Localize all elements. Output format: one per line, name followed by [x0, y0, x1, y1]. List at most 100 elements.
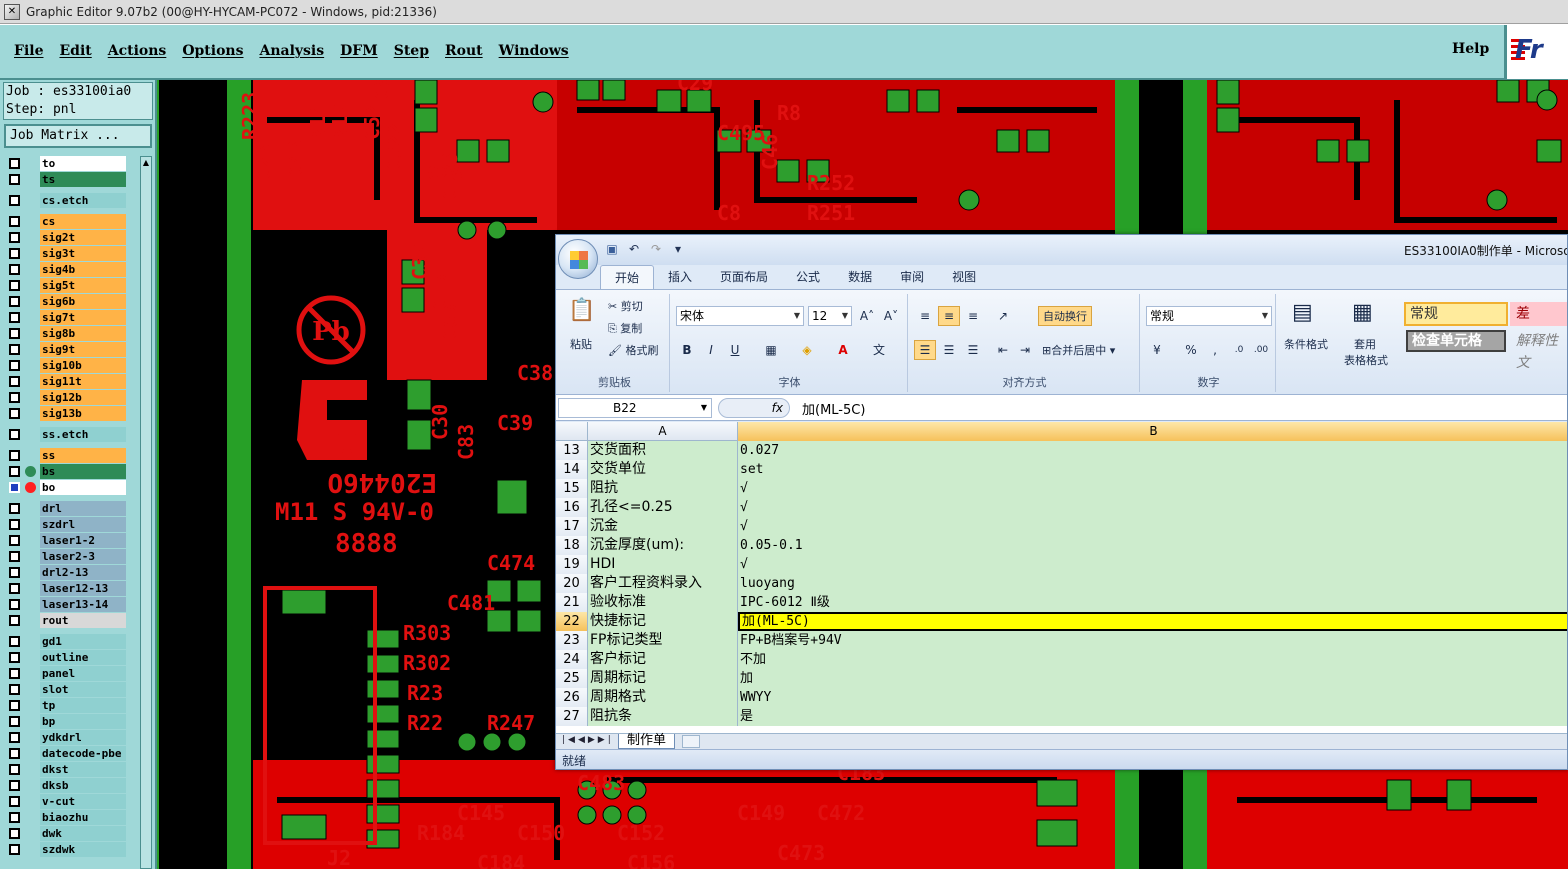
layer-row[interactable]: outline	[4, 650, 128, 665]
worksheet-grid[interactable]: A B 13 交货面积 0.027 14 交货单位 set 15 阻抗 √ 16 孔径<=0.25 √…	[556, 422, 1567, 733]
cell-b[interactable]: 是	[738, 707, 1567, 726]
layer-name[interactable]: laser2-3	[40, 549, 126, 564]
layer-checkbox[interactable]	[9, 232, 20, 243]
layer-name[interactable]: laser1-2	[40, 533, 126, 548]
layer-name[interactable]: dkst	[40, 762, 126, 777]
sheet-nav-icon[interactable]: |◀◀▶▶|	[562, 735, 614, 745]
cell-b[interactable]: 不加	[738, 650, 1567, 669]
cell-a[interactable]: 交货面积	[588, 441, 738, 460]
cell-a[interactable]: 客户工程资料录入	[588, 574, 738, 593]
fill-color-icon[interactable]: ◈	[796, 340, 818, 360]
comma-icon[interactable]: ,	[1204, 340, 1226, 360]
layer-checkbox[interactable]	[9, 429, 20, 440]
cell-a[interactable]: 阻抗条	[588, 707, 738, 726]
menu-options[interactable]: Options	[174, 43, 251, 59]
layer-name[interactable]: outline	[40, 650, 126, 665]
tab-review[interactable]: 审阅	[886, 265, 938, 289]
number-format-select[interactable]: 常规 ▼	[1146, 306, 1272, 326]
cell-b[interactable]: 0.027	[738, 441, 1567, 460]
layer-row[interactable]: cs	[4, 214, 128, 229]
layer-name[interactable]: tp	[40, 698, 126, 713]
layer-row[interactable]: dksb	[4, 778, 128, 793]
layer-name[interactable]: dksb	[40, 778, 126, 793]
layer-name[interactable]: drl	[40, 501, 126, 516]
layer-row[interactable]: dwk	[4, 826, 128, 841]
undo-icon[interactable]: ↶	[626, 241, 642, 257]
cut-button[interactable]: ✂ 剪切	[608, 298, 643, 314]
copy-button[interactable]: ⎘ 复制	[608, 320, 642, 336]
layer-checkbox[interactable]	[9, 466, 20, 477]
column-a-header[interactable]: A	[588, 422, 738, 441]
layer-checkbox[interactable]	[9, 248, 20, 259]
layer-row[interactable]: sig11t	[4, 374, 128, 389]
layer-name[interactable]: panel	[40, 666, 126, 681]
row-number[interactable]: 21	[556, 593, 588, 612]
font-color-icon[interactable]: A	[832, 340, 854, 360]
layer-name[interactable]: sig8b	[40, 326, 126, 341]
percent-icon[interactable]: %	[1180, 340, 1202, 360]
cell-b[interactable]: luoyang	[738, 574, 1567, 593]
layer-row[interactable]: laser12-13	[4, 581, 128, 596]
align-right-icon[interactable]: ☰	[962, 340, 984, 360]
layer-checkbox[interactable]	[9, 376, 20, 387]
layer-checkbox[interactable]	[9, 716, 20, 727]
orientation-icon[interactable]: ↗	[992, 306, 1014, 326]
layer-row[interactable]: bo	[4, 480, 128, 495]
layer-checkbox[interactable]	[9, 535, 20, 546]
formula-input[interactable]: 加(ML-5C)	[802, 399, 865, 418]
layer-checkbox[interactable]	[9, 519, 20, 530]
layer-row[interactable]: sig8b	[4, 326, 128, 341]
style-check-cell[interactable]: 检查单元格	[1406, 330, 1506, 352]
menu-actions[interactable]: Actions	[100, 43, 175, 59]
row-number[interactable]: 23	[556, 631, 588, 650]
cell-a[interactable]: 验收标准	[588, 593, 738, 612]
cell-a[interactable]: 周期标记	[588, 669, 738, 688]
layer-name[interactable]: ts	[40, 172, 126, 187]
layer-row[interactable]: gd1	[4, 634, 128, 649]
border-icon[interactable]: ▦	[760, 340, 782, 360]
cell-b-selected[interactable]: 加(ML-5C)	[738, 612, 1567, 631]
style-normal[interactable]: 常规	[1404, 302, 1508, 326]
layer-row[interactable]: sig9t	[4, 342, 128, 357]
increase-indent-icon[interactable]: ⇥	[1014, 340, 1036, 360]
menu-step[interactable]: Step	[386, 43, 437, 59]
office-button[interactable]	[558, 239, 598, 279]
format-table-button[interactable]: 套用	[1354, 336, 1376, 352]
tab-formulas[interactable]: 公式	[782, 265, 834, 289]
row-number[interactable]: 16	[556, 498, 588, 517]
cell-b[interactable]: √	[738, 479, 1567, 498]
layer-row[interactable]: sig7t	[4, 310, 128, 325]
customize-qat-icon[interactable]: ▾	[670, 241, 686, 257]
layer-name[interactable]: cs	[40, 214, 126, 229]
style-bad[interactable]: 差	[1510, 302, 1567, 326]
insert-sheet-icon[interactable]	[682, 735, 700, 748]
layer-name[interactable]: sig10b	[40, 358, 126, 373]
layer-row[interactable]: sig4b	[4, 262, 128, 277]
underline-icon[interactable]: U	[724, 340, 746, 360]
layer-checkbox[interactable]	[9, 844, 20, 855]
name-box[interactable]: B22 ▼	[558, 398, 712, 418]
layer-checkbox[interactable]	[9, 392, 20, 403]
cell-a[interactable]: HDI	[588, 555, 738, 574]
currency-icon[interactable]: ¥	[1146, 340, 1168, 360]
tab-page-layout[interactable]: 页面布局	[706, 265, 782, 289]
layer-row[interactable]: ydkdrl	[4, 730, 128, 745]
layer-checkbox[interactable]	[9, 195, 20, 206]
layer-name[interactable]: biaozhu	[40, 810, 126, 825]
font-size-select[interactable]: 12 ▼	[808, 306, 852, 326]
grow-font-icon[interactable]: A˄	[856, 306, 878, 326]
select-all-corner[interactable]	[556, 422, 588, 441]
layer-checkbox[interactable]	[9, 551, 20, 562]
cell-a[interactable]: 阻抗	[588, 479, 738, 498]
column-b-header[interactable]: B	[738, 422, 1567, 441]
row-number[interactable]: 14	[556, 460, 588, 479]
conditional-format-button[interactable]: 条件格式	[1284, 336, 1328, 352]
layer-checkbox[interactable]	[9, 748, 20, 759]
layer-checkbox[interactable]	[9, 636, 20, 647]
layer-checkbox[interactable]	[9, 158, 20, 169]
layer-name[interactable]: bp	[40, 714, 126, 729]
cell-a[interactable]: 快捷标记	[588, 612, 738, 631]
layer-row[interactable]: biaozhu	[4, 810, 128, 825]
cell-a[interactable]: 孔径<=0.25	[588, 498, 738, 517]
layer-row[interactable]: slot	[4, 682, 128, 697]
